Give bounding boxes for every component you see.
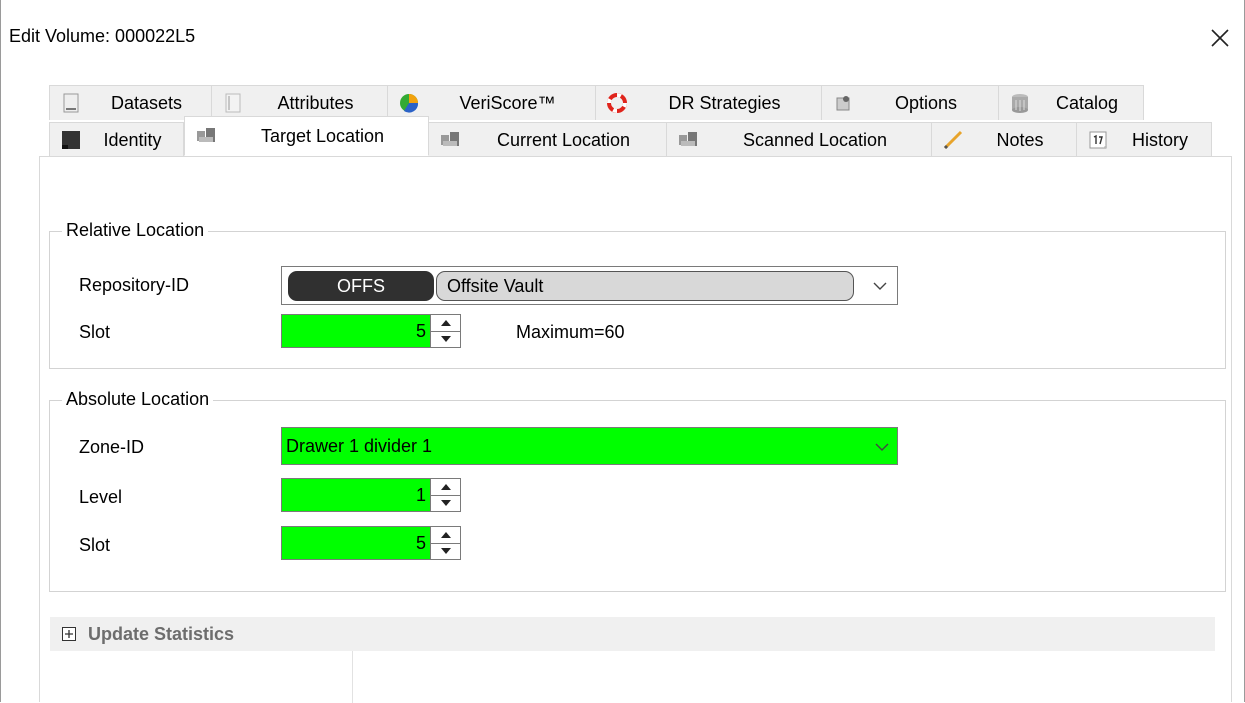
absolute-slot-spinner: 5 — [281, 526, 461, 560]
caret-up-icon — [440, 319, 451, 326]
absolute-location-group: Absolute Location Zone-ID Drawer 1 divid… — [49, 389, 1226, 592]
veriscore-icon — [398, 92, 420, 114]
tab-label: VeriScore™ — [459, 92, 556, 113]
relative-slot-label: Slot — [79, 322, 111, 342]
chevron-down-icon — [875, 443, 889, 451]
tab-label: Identity — [103, 129, 162, 150]
location-icon — [677, 129, 699, 151]
location-icon — [195, 125, 217, 147]
close-icon — [1211, 29, 1229, 47]
caret-down-icon — [440, 336, 451, 343]
tab-label: Notes — [996, 129, 1044, 150]
spin-up-button[interactable] — [431, 315, 460, 332]
slot-maximum-text: Maximum=60 — [516, 322, 625, 342]
tab-row-front: Identity Target Location Current Locatio… — [49, 116, 1212, 157]
target-location-panel: Relative Location Repository-ID OFFS Off… — [39, 156, 1232, 703]
tab-label: Datasets — [110, 92, 183, 113]
repository-id-label: Repository-ID — [79, 275, 190, 295]
calendar-icon — [1087, 129, 1109, 151]
spin-up-button[interactable] — [431, 479, 460, 496]
tab-catalog[interactable]: Catalog — [999, 85, 1144, 120]
tab-label: Catalog — [1055, 92, 1119, 113]
relative-slot-spin-buttons — [431, 314, 461, 348]
tab-label: Current Location — [496, 129, 631, 150]
spin-down-button[interactable] — [431, 496, 460, 512]
repository-id-combobox[interactable]: OFFS Offsite Vault — [281, 266, 898, 305]
level-label: Level — [79, 487, 123, 507]
tab-label: Scanned Location — [742, 129, 888, 150]
tab-label: Target Location — [260, 125, 385, 146]
tab-label: History — [1131, 129, 1188, 150]
spin-down-button[interactable] — [431, 332, 460, 348]
zone-id-value: Drawer 1 divider 1 — [286, 435, 433, 456]
tab-dr-strategies[interactable]: DR Strategies — [596, 85, 822, 120]
tab-current-location[interactable]: Current Location — [429, 122, 667, 157]
window-title: Edit Volume: 000022L5 — [9, 26, 196, 46]
tab-veriscore[interactable]: VeriScore™ — [388, 85, 596, 120]
options-icon — [832, 92, 854, 114]
lifebuoy-icon — [606, 92, 628, 114]
tab-identity[interactable]: Identity — [49, 122, 184, 157]
zone-id-combobox[interactable]: Drawer 1 divider 1 — [281, 427, 898, 465]
tab-row-back: Datasets Attributes VeriScore™ DR Strate… — [49, 85, 1144, 120]
tab-target-location[interactable]: Target Location — [184, 116, 429, 156]
tab-label: DR Strategies — [668, 92, 781, 113]
pencil-icon — [942, 129, 964, 151]
tab-label: Attributes — [277, 92, 354, 113]
relative-slot-input[interactable]: 5 — [281, 314, 431, 348]
repository-name: Offsite Vault — [436, 271, 854, 301]
tape-cartridge-icon — [60, 129, 82, 151]
tab-datasets[interactable]: Datasets — [49, 85, 212, 120]
update-statistics-toggle[interactable]: Update Statistics — [50, 617, 1215, 651]
repository-code-badge: OFFS — [288, 271, 434, 301]
zone-id-label: Zone-ID — [79, 437, 145, 457]
tab-options[interactable]: Options — [822, 85, 999, 120]
caret-down-icon — [440, 500, 451, 507]
relative-slot-spinner: 5 — [281, 314, 461, 348]
relative-location-title: Relative Location — [62, 220, 209, 241]
caret-down-icon — [440, 548, 451, 555]
dataset-icon — [60, 92, 82, 114]
close-button[interactable] — [1200, 18, 1240, 58]
absolute-slot-label: Slot — [79, 535, 111, 555]
tab-attributes[interactable]: Attributes — [212, 85, 388, 120]
section-divider — [352, 651, 353, 703]
spin-down-button[interactable] — [431, 544, 460, 560]
title-bar: Edit Volume: 000022L5 — [1, 0, 1244, 72]
location-icon — [439, 129, 461, 151]
absolute-slot-input[interactable]: 5 — [281, 526, 431, 560]
tab-history[interactable]: History — [1077, 122, 1212, 157]
level-spin-buttons — [431, 478, 461, 512]
relative-location-group: Relative Location Repository-ID OFFS Off… — [49, 220, 1226, 369]
tab-notes[interactable]: Notes — [932, 122, 1077, 157]
caret-up-icon — [440, 531, 451, 538]
expand-plus-icon — [62, 627, 76, 641]
tab-label: Options — [894, 92, 958, 113]
spin-up-button[interactable] — [431, 527, 460, 544]
update-statistics-label: Update Statistics — [88, 623, 235, 644]
tab-scanned-location[interactable]: Scanned Location — [667, 122, 932, 157]
caret-up-icon — [440, 483, 451, 490]
edit-volume-dialog: Edit Volume: 000022L5 Datasets Attribute… — [0, 0, 1245, 703]
level-input[interactable]: 1 — [281, 478, 431, 512]
database-icon — [1009, 92, 1031, 114]
absolute-location-title: Absolute Location — [62, 389, 214, 410]
attributes-icon — [222, 92, 244, 114]
chevron-down-icon — [873, 282, 887, 290]
absolute-slot-spin-buttons — [431, 526, 461, 560]
level-spinner: 1 — [281, 478, 461, 512]
